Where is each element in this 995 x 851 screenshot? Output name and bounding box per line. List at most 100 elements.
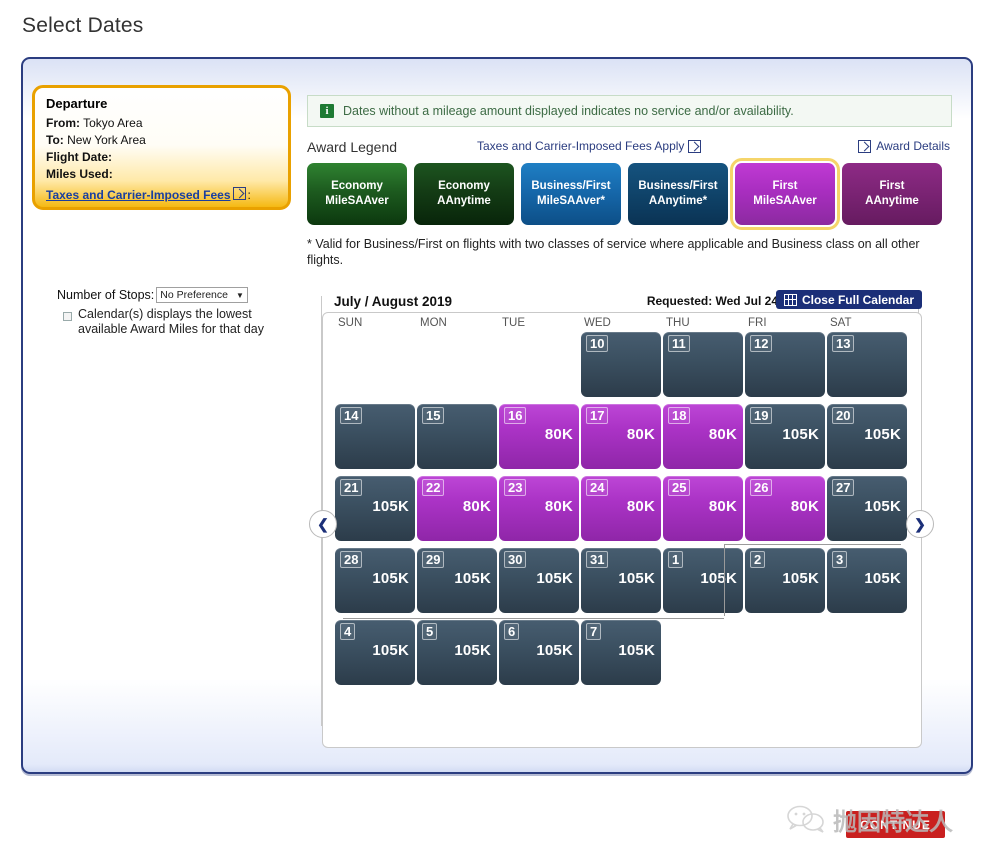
calendar-day-number: 16 xyxy=(504,407,527,424)
calendar-day-number: 31 xyxy=(586,551,609,568)
calendar-day-miles: 105K xyxy=(536,642,573,659)
bullet-icon xyxy=(63,312,72,321)
calendar-day-miles: 105K xyxy=(864,570,901,587)
legend-chip-first-milesaaver[interactable]: First MileSAAver xyxy=(730,158,840,230)
calendar-day-number: 24 xyxy=(586,479,609,496)
calendar-week: 14 15 16 80K 17 80K 18 80K 19 105K 20 105K xyxy=(335,402,909,474)
calendar-day-cell[interactable]: 23 80K xyxy=(499,476,579,541)
calendar-day-cell[interactable]: 4 105K xyxy=(335,620,415,685)
calendar-day-cell[interactable]: 12 xyxy=(745,332,825,397)
legend-chip-business-first-aanytime[interactable]: Business/First AAnytime* xyxy=(628,163,728,225)
calendar-day-cell[interactable]: 16 80K xyxy=(499,404,579,469)
calendar-day-number: 30 xyxy=(504,551,527,568)
legend-chip-economy-milesaaver[interactable]: Economy MileSAAver xyxy=(307,163,407,225)
departure-from-row: From: Tokyo Area xyxy=(46,115,277,131)
calendar-day-number: 4 xyxy=(340,623,356,640)
calendar-day-cell[interactable]: 20 105K xyxy=(827,404,907,469)
number-of-stops-select[interactable]: No Preference ▼ xyxy=(156,287,248,303)
calendar-next-button[interactable]: ❯ xyxy=(906,510,934,538)
calendar-day-cell[interactable]: 5 105K xyxy=(417,620,497,685)
award-details-label: Award Details xyxy=(876,139,950,153)
calendar-day-miles: 105K xyxy=(700,570,737,587)
award-legend-title: Award Legend xyxy=(307,139,398,155)
calendar-day-number: 28 xyxy=(340,551,363,568)
calendar-day-number: 7 xyxy=(586,623,602,640)
calendar-day-number: 20 xyxy=(832,407,855,424)
day-header-fri: FRI xyxy=(748,317,767,329)
calendar-day-cell[interactable]: 15 xyxy=(417,404,497,469)
calendar-day-cell[interactable]: 30 105K xyxy=(499,548,579,613)
continue-button[interactable]: CONTINUE xyxy=(846,811,945,838)
taxes-fees-link[interactable]: Taxes and Carrier-Imposed Fees xyxy=(46,187,231,203)
calendar-requested-date: Requested: Wed Jul 24 xyxy=(646,294,778,308)
departure-to-row: To: New York Area xyxy=(46,132,277,148)
calendar-day-cell[interactable]: 31 105K xyxy=(581,548,661,613)
calendar-day-cell[interactable]: 10 xyxy=(581,332,661,397)
calendar-day-number: 14 xyxy=(340,407,363,424)
legend-chip-business-first-milesaaver[interactable]: Business/First MileSAAver* xyxy=(521,163,621,225)
calendar-day-headers: SUN MON TUE WED THU FRI SAT xyxy=(335,317,909,329)
calendar-day-cell[interactable]: 24 80K xyxy=(581,476,661,541)
legend-chip-line1: First xyxy=(772,180,798,192)
calendar-day-cell[interactable]: 6 105K xyxy=(499,620,579,685)
calendar-day-miles: 80K xyxy=(708,426,737,443)
calendar-day-number: 27 xyxy=(832,479,855,496)
departure-from-value: Tokyo Area xyxy=(83,116,143,130)
calendar-day-number: 23 xyxy=(504,479,527,496)
calendar-day-cell[interactable]: 19 105K xyxy=(745,404,825,469)
legend-chip-first-aanytime[interactable]: First AAnytime xyxy=(842,163,942,225)
calendar-day-cell[interactable]: 28 105K xyxy=(335,548,415,613)
calendar-day-cell[interactable]: 26 80K xyxy=(745,476,825,541)
month-separator xyxy=(724,544,901,545)
external-link-icon xyxy=(858,139,872,153)
calendar-day-cell[interactable]: 25 80K xyxy=(663,476,743,541)
award-details-link[interactable]: Award Details xyxy=(858,139,950,153)
taxes-fees-apply-link[interactable]: Taxes and Carrier-Imposed Fees Apply xyxy=(477,139,702,153)
calendar-day-miles: 105K xyxy=(454,642,491,659)
calendar-day-cell[interactable]: 7 105K xyxy=(581,620,661,685)
calendar-day-cell[interactable]: 14 xyxy=(335,404,415,469)
calendar-day-cell[interactable]: 13 xyxy=(827,332,907,397)
calendar-prev-button[interactable]: ❮ xyxy=(309,510,337,538)
calendar-day-cell[interactable]: 27 105K xyxy=(827,476,907,541)
calendar-day-cell[interactable]: 17 80K xyxy=(581,404,661,469)
external-link-icon xyxy=(688,139,702,153)
calendar-cell-empty xyxy=(663,620,743,685)
day-header-wed: WED xyxy=(584,317,611,329)
award-legend-header: Award Legend Taxes and Carrier-Imposed F… xyxy=(307,138,952,156)
legend-chip-line2: MileSAAver xyxy=(325,195,389,207)
calendar-day-number: 10 xyxy=(586,335,609,352)
legend-chip-economy-aanytime[interactable]: Economy AAnytime xyxy=(414,163,514,225)
calendar-day-cell[interactable]: 3 105K xyxy=(827,548,907,613)
calendar-day-cell[interactable]: 1 105K xyxy=(663,548,743,613)
calendar-day-number: 17 xyxy=(586,407,609,424)
calendar-day-number: 25 xyxy=(668,479,691,496)
calendar-day-miles: 105K xyxy=(782,570,819,587)
wechat-icon xyxy=(787,805,825,833)
legend-chip-line2: AAnytime xyxy=(865,195,919,207)
calendar-day-number: 22 xyxy=(422,479,445,496)
right-content-column: i Dates without a mileage amount display… xyxy=(307,95,952,268)
calendar-day-cell[interactable]: 18 80K xyxy=(663,404,743,469)
calendar-day-miles: 105K xyxy=(864,498,901,515)
calendar-day-number: 29 xyxy=(422,551,445,568)
calendar-weeks: 10 11 12 13 14 15 16 80K 17 80K 18 80K 19 105K 20 105K 2… xyxy=(335,330,909,690)
departure-heading: Departure xyxy=(46,96,108,111)
calendar-day-miles: 105K xyxy=(782,426,819,443)
calendar-day-cell[interactable]: 21 105K xyxy=(335,476,415,541)
chevron-left-icon: ❮ xyxy=(317,515,329,532)
calendar-day-number: 3 xyxy=(832,551,848,568)
calendar-day-miles: 105K xyxy=(536,570,573,587)
calendar-day-cell[interactable]: 11 xyxy=(663,332,743,397)
month-separator xyxy=(724,544,725,616)
calendar-week: 28 105K 29 105K 30 105K 31 105K 1 105K 2 105K 3 105K xyxy=(335,544,909,619)
external-link-icon xyxy=(232,187,246,200)
calendar-day-miles: 105K xyxy=(372,570,409,587)
chevron-down-icon: ▼ xyxy=(235,290,244,300)
calendar-day-cell[interactable]: 2 105K xyxy=(745,548,825,613)
calendar-day-miles: 105K xyxy=(372,498,409,515)
calendar-day-cell[interactable]: 29 105K xyxy=(417,548,497,613)
calendar-day-cell[interactable]: 22 80K xyxy=(417,476,497,541)
close-full-calendar-button[interactable]: Close Full Calendar xyxy=(775,290,922,309)
calendar-week: 10 11 12 13 xyxy=(335,330,909,402)
